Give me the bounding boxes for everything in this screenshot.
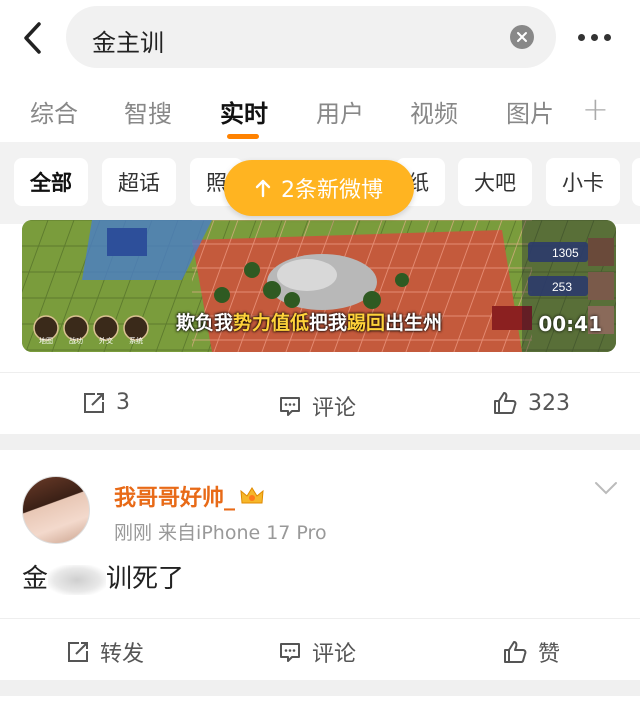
chip-supertopic[interactable]: 超话 — [102, 158, 176, 206]
chip-card[interactable]: 小卡 — [546, 158, 620, 206]
tab-video[interactable]: 视频 — [410, 94, 458, 129]
chevron-left-icon — [24, 22, 41, 54]
comment-icon — [280, 397, 300, 416]
like-count: 323 — [528, 390, 570, 416]
game-menu-label-3: 外交 — [99, 336, 113, 345]
post-text-part: 死了 — [132, 564, 185, 594]
subtitle-highlight: 踢回 — [347, 312, 386, 334]
post-text-part: 金 — [22, 564, 49, 594]
redacted-blur — [48, 564, 107, 595]
post-content: 金 训死了 — [22, 558, 184, 595]
search-box[interactable]: 金主训 — [66, 6, 556, 68]
chevron-down-icon — [595, 482, 617, 495]
close-icon — [517, 32, 527, 42]
game-score-2: 253 — [552, 280, 572, 294]
subtitle-part: 欺负我 — [176, 312, 234, 334]
video-subtitle: 欺负我势力值低把我踢回出生州 — [176, 308, 442, 335]
post-actions: 3 评论 323 — [0, 376, 640, 430]
search-input[interactable]: 金主训 — [92, 23, 164, 58]
chip-daba[interactable]: 大吧 — [458, 158, 532, 206]
top-bar: 金主训 — [0, 0, 640, 80]
video-post-card: 1305 253 地图 战功 外交 系统 欺负我势力值低把我踢回出生州 00:4… — [0, 220, 640, 434]
subtitle-part: 出生州 — [385, 312, 443, 334]
crown-badge-icon — [240, 487, 264, 504]
post-author[interactable]: 我哥哥好帅_ — [114, 480, 265, 512]
dot — [604, 33, 611, 41]
game-menu-label-4: 系统 — [129, 336, 143, 345]
add-tab-icon[interactable]: + — [582, 90, 609, 128]
arrow-up-icon — [255, 179, 271, 198]
repost-button[interactable]: 3 — [82, 390, 130, 415]
tab-users[interactable]: 用户 — [316, 94, 364, 129]
next-post-card — [0, 696, 640, 722]
tab-comprehensive[interactable]: 综合 — [30, 94, 78, 129]
thumbs-up-icon — [504, 641, 527, 663]
game-score-1: 1305 — [552, 246, 579, 260]
chip-all[interactable]: 全部 — [14, 158, 88, 206]
avatar[interactable] — [22, 476, 90, 544]
like-button[interactable]: 赞 — [502, 636, 560, 668]
divider — [0, 372, 640, 373]
chip-more[interactable] — [632, 158, 640, 206]
post-card: 我哥哥好帅_ 刚刚 来自iPhone 17 Pro 金 训死了 转发 评论 赞 — [0, 450, 640, 680]
clear-search-button[interactable] — [510, 25, 534, 49]
video-thumbnail[interactable]: 1305 253 地图 战功 外交 系统 欺负我势力值低把我踢回出生州 00:4… — [22, 220, 616, 352]
dot — [591, 33, 598, 41]
game-menu-label-2: 战功 — [69, 336, 83, 345]
post-menu-button[interactable] — [594, 480, 618, 499]
like-button[interactable]: 323 — [492, 390, 570, 416]
back-button[interactable] — [14, 18, 50, 58]
like-label: 赞 — [538, 642, 561, 667]
game-menu-label-1: 地图 — [39, 336, 53, 345]
new-posts-toast[interactable]: 2条新微博 — [224, 160, 414, 216]
video-duration: 00:41 — [538, 312, 602, 336]
repost-button[interactable]: 转发 — [66, 636, 144, 668]
subtitle-highlight: 势力值低 — [233, 312, 310, 334]
comment-icon — [280, 643, 300, 662]
more-options-button[interactable] — [578, 30, 618, 44]
tab-images[interactable]: 图片 — [506, 94, 554, 129]
new-posts-label: 2条新微博 — [281, 178, 383, 203]
repost-icon — [84, 392, 104, 413]
active-tab-indicator — [227, 134, 259, 139]
comment-button[interactable]: 评论 — [278, 636, 356, 668]
divider — [0, 618, 640, 619]
tab-realtime[interactable]: 实时 — [220, 94, 268, 129]
dot — [578, 33, 585, 41]
repost-count: 3 — [116, 390, 130, 415]
tab-smart-search[interactable]: 智搜 — [124, 94, 172, 129]
post-actions: 转发 评论 赞 — [0, 622, 640, 676]
subtitle-part: 把我 — [309, 312, 348, 334]
repost-label: 转发 — [100, 642, 145, 667]
post-text-part: 训 — [106, 564, 133, 594]
post-meta: 刚刚 来自iPhone 17 Pro — [114, 522, 327, 544]
search-tabs: 综合 智搜 实时 用户 视频 图片 + — [0, 80, 640, 142]
comment-label: 评论 — [312, 396, 357, 421]
comment-label: 评论 — [312, 642, 357, 667]
comment-button[interactable]: 评论 — [278, 390, 356, 422]
thumbs-up-icon — [494, 392, 517, 414]
username: 我哥哥好帅_ — [114, 486, 236, 511]
repost-icon — [68, 642, 88, 662]
